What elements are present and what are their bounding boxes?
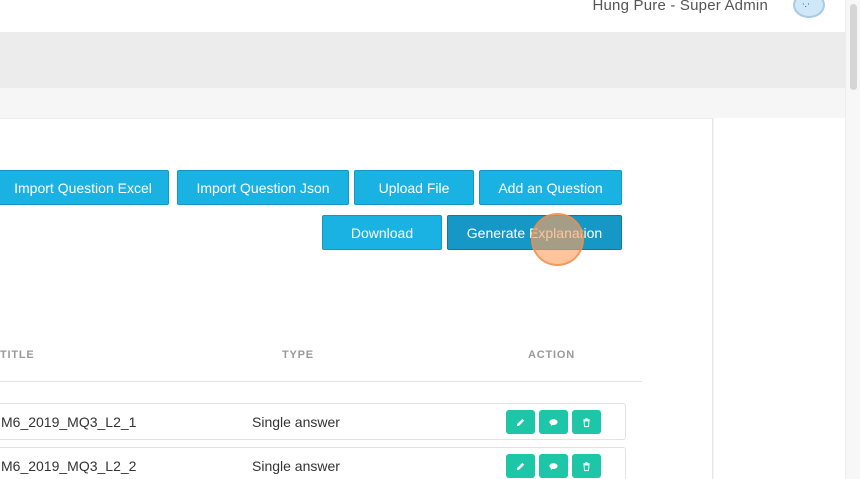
avatar-face: ·.·: [802, 0, 810, 9]
download-button[interactable]: Download: [322, 215, 442, 250]
right-panel: [714, 118, 845, 479]
trash-icon[interactable]: [572, 454, 601, 478]
top-bar: Hung Pure - Super Admin ·.·: [0, 0, 845, 32]
sub-header-bar: [0, 32, 845, 88]
row-title: M6_2019_MQ3_L2_1: [1, 414, 137, 430]
column-header-action: ACTION: [528, 349, 575, 361]
add-question-button[interactable]: Add an Question: [479, 170, 622, 205]
scrollbar-thumb[interactable]: [850, 4, 857, 90]
generate-explanation-button[interactable]: Generate Explanation: [447, 215, 622, 250]
edit-icon[interactable]: [506, 454, 535, 478]
table-row[interactable]: M6_2019_MQ3_L2_2 Single answer: [0, 447, 626, 479]
column-header-title: TITLE: [0, 349, 35, 361]
comment-icon[interactable]: [539, 410, 568, 434]
content-band: [0, 88, 845, 118]
scrollbar[interactable]: [845, 0, 860, 479]
import-question-json-button[interactable]: Import Question Json: [177, 170, 349, 205]
user-name[interactable]: Hung Pure - Super Admin: [592, 0, 768, 14]
row-title: M6_2019_MQ3_L2_2: [1, 458, 137, 474]
import-question-excel-button[interactable]: Import Question Excel: [0, 170, 169, 205]
header-divider: [0, 381, 642, 382]
upload-file-button[interactable]: Upload File: [354, 170, 474, 205]
row-type: Single answer: [252, 414, 340, 430]
table-row[interactable]: M6_2019_MQ3_L2_1 Single answer: [0, 403, 626, 440]
row-type: Single answer: [252, 458, 340, 474]
edit-icon[interactable]: [506, 410, 535, 434]
comment-icon[interactable]: [539, 454, 568, 478]
trash-icon[interactable]: [572, 410, 601, 434]
column-header-type: TYPE: [282, 349, 314, 361]
avatar[interactable]: ·.·: [793, 0, 825, 18]
